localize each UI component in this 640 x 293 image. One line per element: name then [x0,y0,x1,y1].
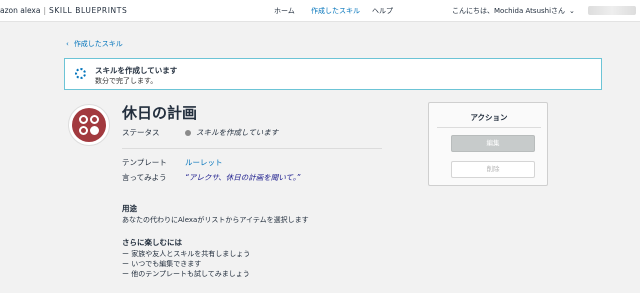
brand-product: SKILL BLUEPRINTS [49,6,128,15]
banner-title: スキルを作成しています [95,66,178,75]
back-link[interactable]: ‹ 作成したスキル [66,39,123,49]
user-greeting: こんにちは、Mochida Atsushiさん [452,7,566,15]
nav-home[interactable]: ホーム [274,6,295,16]
more-item: ー 他のテンプレートも試してみましょう [122,270,250,278]
spinner-icon [75,68,86,79]
skill-icon [68,104,110,146]
chevron-left-icon: ‹ [66,40,69,48]
more-heading: さらに楽しむには [122,238,182,247]
brand-name: azon alexa [0,6,41,15]
delete-button[interactable]: 削除 [451,161,535,178]
more-item: ー いつでも編集できます [122,260,202,268]
back-link-label: 作成したスキル [73,40,123,48]
blurred-account-info [588,6,636,15]
brand-separator: | [43,6,46,15]
skill-title: 休日の計画 [122,104,198,122]
status-value: スキルを作成しています [185,127,278,138]
roulette-icon [72,108,106,142]
template-label: テンプレート [122,158,167,167]
try-saying-label: 言ってみよう [122,173,167,182]
brand-logo[interactable]: azon alexa | SKILL BLUEPRINTS [0,6,127,15]
template-link[interactable]: ルーレット [185,157,223,168]
status-dot-icon [185,130,191,136]
banner-subtitle: 数分で完了します。 [95,77,158,85]
more-item: ー 家族や友人とスキルを共有しましょう [122,250,251,258]
nav-my-skills[interactable]: 作成したスキル [311,6,360,16]
user-menu[interactable]: こんにちは、Mochida Atsushiさん ⌄ [452,6,575,16]
top-navigation-bar: azon alexa | SKILL BLUEPRINTS ホーム 作成したスキル … [0,0,640,22]
status-text: スキルを作成しています [196,128,279,137]
status-banner: スキルを作成しています 数分で完了します。 [64,58,602,90]
chevron-down-icon: ⌄ [569,7,575,15]
actions-title: アクション [470,113,508,122]
actions-panel: アクション 編集 削除 [428,102,548,186]
nav-help[interactable]: ヘルプ [372,6,393,16]
divider [122,148,382,149]
try-saying-utterance: “アレクサ、休日の計画を聞いて。” [185,173,301,182]
usage-heading: 用途 [122,204,137,213]
edit-button[interactable]: 編集 [451,135,535,152]
actions-divider [437,127,541,128]
status-label: ステータス [122,128,160,137]
usage-text: あなたの代わりにAlexaがリストからアイテムを選択します [122,216,309,224]
